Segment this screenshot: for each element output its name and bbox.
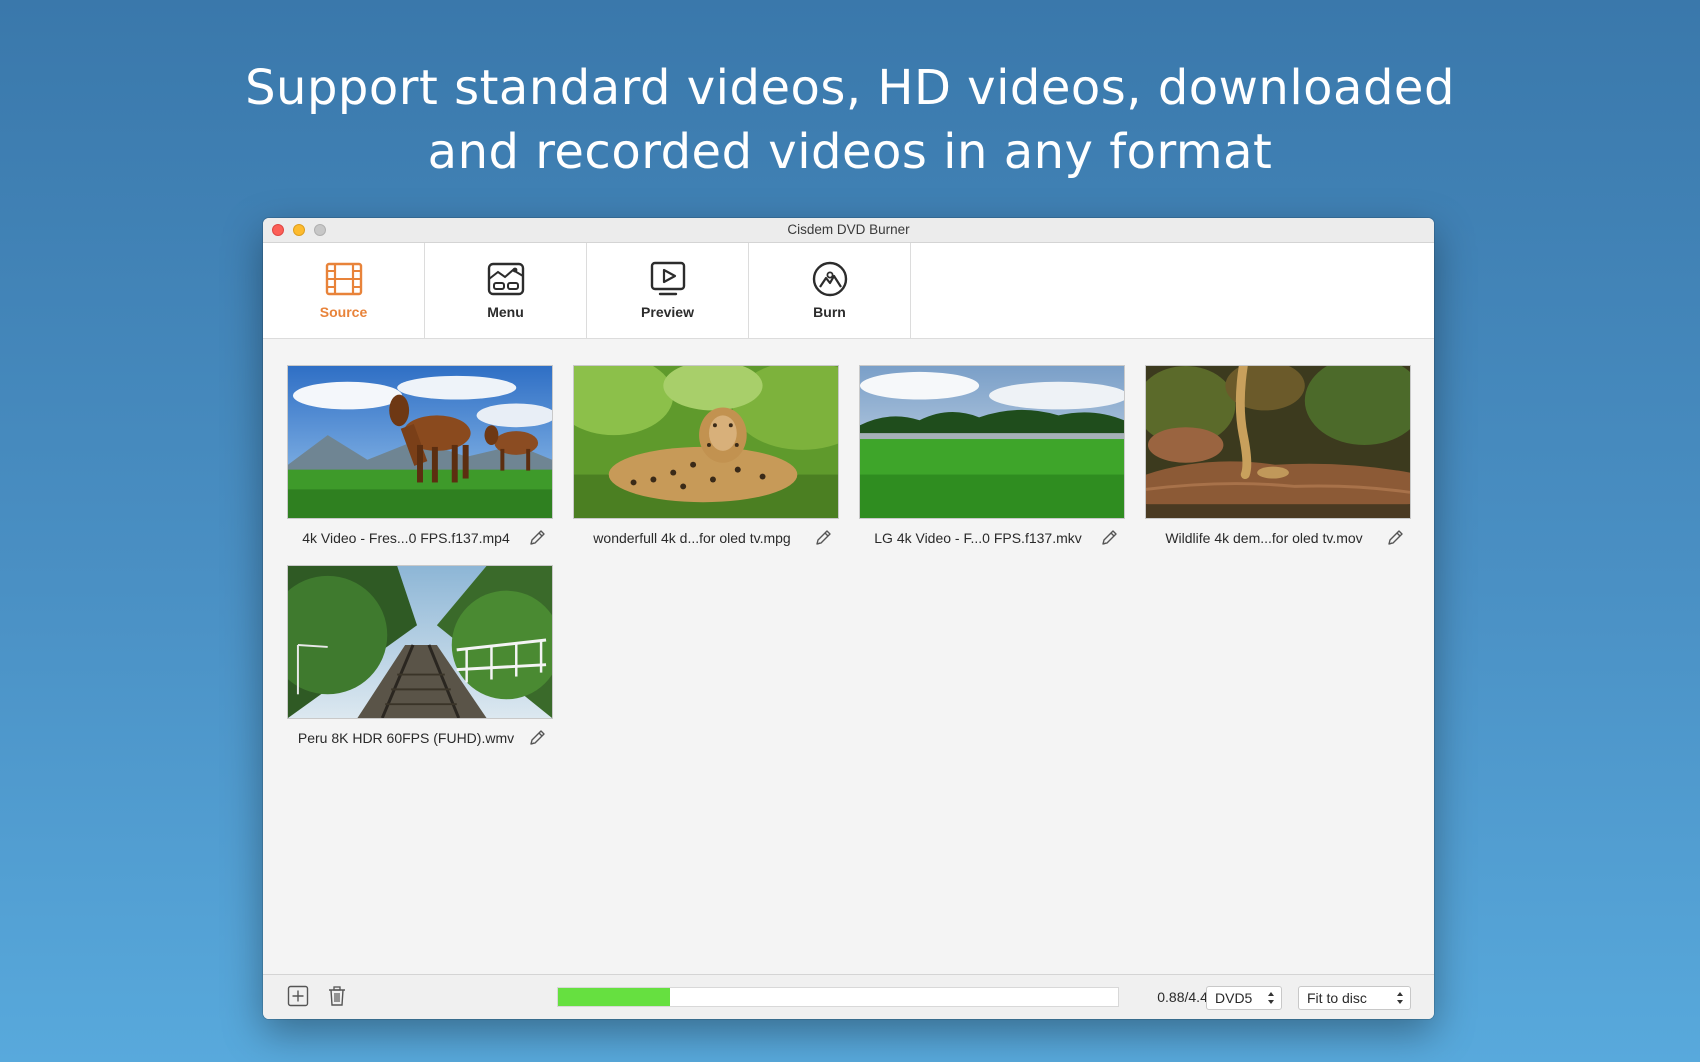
preview-play-icon [650,261,686,296]
video-filename: Wildlife 4k dem...for oled tv.mov [1165,530,1363,546]
video-thumbnail[interactable] [1145,365,1411,519]
bottom-bar: 0.88/4.4G DVD5 Fit to disc [263,974,1434,1019]
tab-menu[interactable]: Menu [425,243,587,338]
select-arrows-icon [1268,992,1274,1004]
select-arrows-icon [1397,992,1403,1004]
edit-pencil-icon[interactable] [527,728,547,748]
app-window: Cisdem DVD Burner Source Menu Preview Bu… [263,218,1434,1019]
tab-preview-label: Preview [641,304,694,320]
disc-type-select[interactable]: DVD5 [1206,986,1282,1010]
video-thumbnail[interactable] [287,565,553,719]
headline: Support standard videos, HD videos, down… [0,56,1700,184]
video-card[interactable]: LG 4k Video - F...0 FPS.f137.mkv [859,365,1125,555]
snake-thumbnail-image [1146,366,1410,518]
horses-thumbnail-image [288,366,552,518]
quality-mode-select[interactable]: Fit to disc [1298,986,1411,1010]
video-thumbnail[interactable] [859,365,1125,519]
disc-burn-icon [812,261,848,297]
tab-menu-label: Menu [487,304,524,320]
disc-type-value: DVD5 [1215,990,1253,1006]
window-title: Cisdem DVD Burner [787,222,910,237]
tab-preview[interactable]: Preview [587,243,749,338]
video-thumbnail[interactable] [573,365,839,519]
edit-pencil-icon[interactable] [527,528,547,548]
video-card[interactable]: 4k Video - Fres...0 FPS.f137.mp4 [287,365,553,555]
headline-line-1: Support standard videos, HD videos, down… [245,60,1455,116]
disc-capacity-bar [557,987,1119,1007]
field-thumbnail-image [860,366,1124,518]
disc-capacity-fill [558,988,670,1006]
video-card[interactable]: Peru 8K HDR 60FPS (FUHD).wmv [287,565,553,755]
add-plus-icon[interactable] [287,985,309,1007]
tab-source-label: Source [319,304,368,320]
video-thumbnail[interactable] [287,365,553,519]
film-strip-icon [325,262,363,296]
video-filename: 4k Video - Fres...0 FPS.f137.mp4 [302,530,510,546]
toolbar: Source Menu Preview Burn [263,243,1434,339]
video-grid: 4k Video - Fres...0 FPS.f137.mp4 wonderf… [263,339,1434,974]
railway-thumbnail-image [288,566,552,718]
tab-burn-label: Burn [813,304,846,320]
headline-line-2: and recorded videos in any format [427,124,1273,180]
title-bar: Cisdem DVD Burner [263,218,1434,243]
tab-source[interactable]: Source [263,243,425,338]
quality-mode-value: Fit to disc [1307,990,1367,1006]
video-card[interactable]: Wildlife 4k dem...for oled tv.mov [1145,365,1411,555]
menu-template-icon [487,262,525,296]
video-card[interactable]: wonderfull 4k d...for oled tv.mpg [573,365,839,555]
leopard-thumbnail-image [574,366,838,518]
video-filename: wonderfull 4k d...for oled tv.mpg [593,530,791,546]
video-filename: Peru 8K HDR 60FPS (FUHD).wmv [297,730,515,746]
edit-pencil-icon[interactable] [813,528,833,548]
video-filename: LG 4k Video - F...0 FPS.f137.mkv [874,530,1082,546]
edit-pencil-icon[interactable] [1385,528,1405,548]
trash-icon[interactable] [326,985,348,1007]
tab-burn[interactable]: Burn [749,243,911,338]
edit-pencil-icon[interactable] [1099,528,1119,548]
